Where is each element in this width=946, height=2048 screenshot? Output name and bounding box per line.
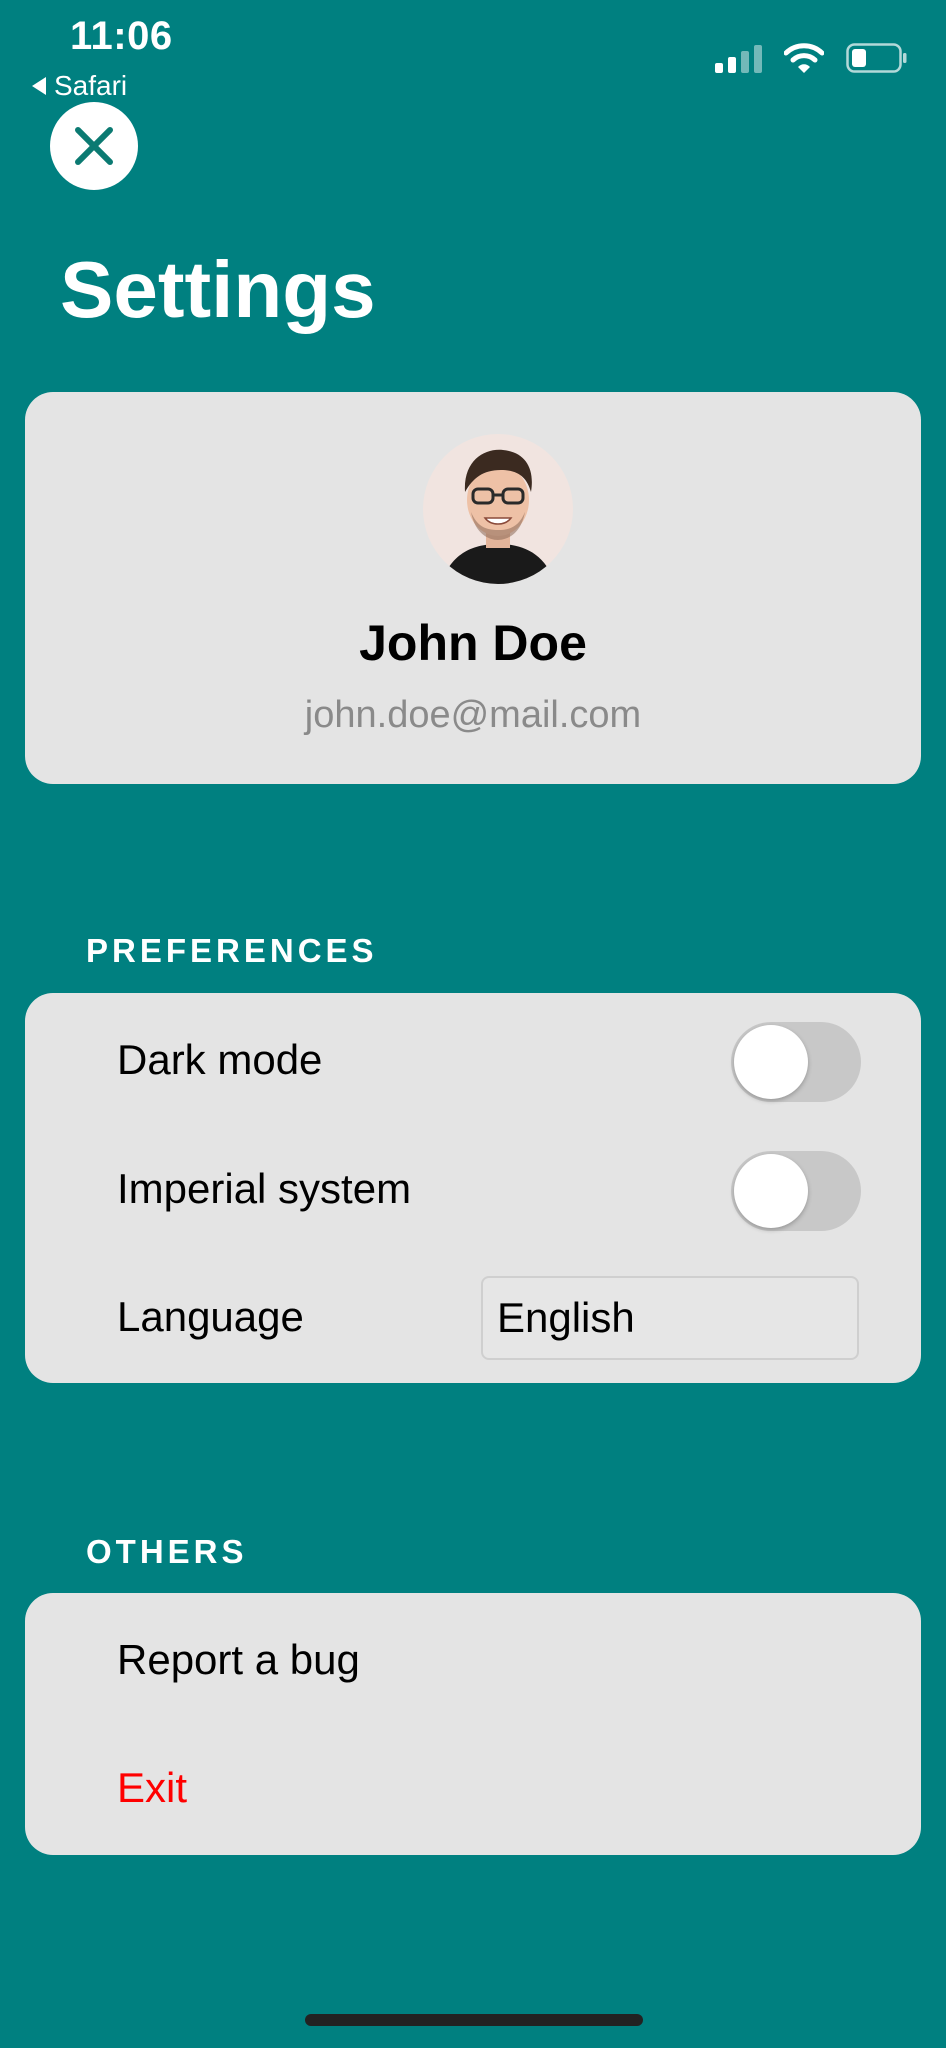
profile-email: john.doe@mail.com [304, 694, 642, 736]
others-card: Report a bug Exit [25, 1593, 921, 1855]
home-indicator [305, 2014, 643, 2026]
avatar-photo [423, 434, 573, 584]
toggle-knob [734, 1025, 808, 1099]
avatar[interactable] [423, 434, 573, 584]
status-time: 11:06 [70, 14, 173, 58]
close-button[interactable] [50, 102, 138, 190]
dark-mode-toggle[interactable] [731, 1022, 861, 1102]
back-to-safari-link[interactable]: Safari [32, 70, 127, 102]
battery-icon [846, 43, 907, 73]
signal-icon [715, 43, 762, 73]
preferences-header: PREFERENCES [86, 932, 378, 969]
back-app-label: Safari [54, 70, 128, 101]
exit-button[interactable]: Exit [117, 1764, 187, 1812]
preferences-card: Dark mode Imperial system Language Engli… [25, 993, 921, 1383]
profile-name: John Doe [359, 615, 587, 671]
language-label: Language [117, 1293, 304, 1340]
back-arrow-icon [32, 77, 46, 95]
close-icon [75, 127, 113, 165]
status-icons [715, 42, 908, 74]
report-bug-button[interactable]: Report a bug [117, 1636, 360, 1684]
others-header: OTHERS [86, 1533, 248, 1570]
dark-mode-label: Dark mode [117, 1036, 323, 1083]
wifi-icon [784, 43, 824, 73]
toggle-knob [734, 1154, 808, 1228]
profile-card: John Doe john.doe@mail.com [25, 392, 921, 784]
language-select[interactable]: English [481, 1276, 859, 1360]
page-title: Settings [60, 245, 376, 334]
imperial-system-toggle[interactable] [731, 1151, 861, 1231]
imperial-system-label: Imperial system [117, 1165, 412, 1212]
